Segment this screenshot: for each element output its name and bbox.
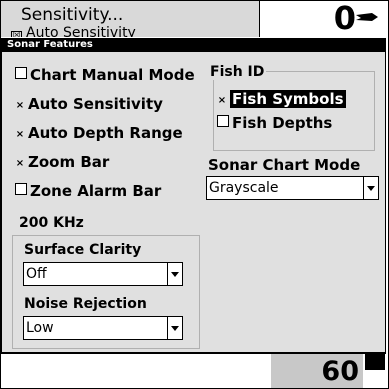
zoom-bar-checkbox[interactable]: × [15,159,25,169]
depth-value-bottom: 60 [321,356,359,387]
sonar-chart-mode-value: Grayscale [209,180,279,196]
noise-rejection-label: Noise Rejection [24,296,147,312]
fish-id-label: Fish ID [208,64,267,80]
background-menu: Sensitivity... ☒ Auto Sensitivity [1,1,260,37]
auto-sensitivity-checkbox[interactable]: × [15,101,25,111]
fish-depths-option[interactable]: Fish Depths [217,114,332,132]
fish-icon [356,13,378,21]
fish-symbols-option[interactable]: × Fish Symbols [217,90,346,108]
dialog-title-bar: Sonar Features [1,38,386,52]
depth-readout-bottom: 60 [271,354,363,388]
zone-alarm-bar-checkbox[interactable] [15,183,27,195]
auto-sensitivity-menu-label: Auto Sensitivity [26,25,136,37]
indicator-block [365,354,385,370]
fish-id-group [213,71,375,151]
fish-symbols-checkbox[interactable]: × [217,96,227,106]
fish-depths-label: Fish Depths [232,114,333,132]
chevron-down-icon[interactable] [363,177,378,199]
auto-sensitivity-option[interactable]: × Auto Sensitivity [15,95,163,113]
zone-alarm-bar-label: Zone Alarm Bar [30,182,162,200]
chart-manual-mode-checkbox[interactable] [15,67,27,79]
fish-symbols-label: Fish Symbols [230,90,346,108]
checkbox-icon: ☒ [11,31,22,37]
auto-sensitivity-label: Auto Sensitivity [28,95,163,113]
chevron-down-icon[interactable] [167,263,182,285]
surface-clarity-select[interactable]: Off [23,262,183,286]
auto-depth-range-label: Auto Depth Range [28,124,183,142]
zoom-bar-label: Zoom Bar [28,153,110,171]
auto-depth-range-option[interactable]: × Auto Depth Range [15,124,183,142]
chart-manual-mode-label: Chart Manual Mode [30,66,195,84]
chevron-down-icon[interactable] [167,317,182,339]
surface-clarity-value: Off [26,266,47,282]
dialog-title: Sonar Features [7,39,93,50]
auto-sensitivity-menu-item[interactable]: ☒ Auto Sensitivity [11,25,136,37]
sonar-chart-mode-label: Sonar Chart Mode [208,156,361,174]
noise-rejection-value: Low [26,320,54,336]
fish-depths-checkbox[interactable] [217,115,229,127]
200khz-label: 200 KHz [19,215,84,231]
sensitivity-menu-item[interactable]: Sensitivity... [21,5,123,25]
bottom-status-bar: 60 [1,353,386,388]
auto-depth-range-checkbox[interactable]: × [15,130,25,140]
sonar-features-dialog: Chart Manual Mode × Auto Sensitivity × Aut… [1,52,386,353]
depth-readout-top: 0 [260,0,386,37]
noise-rejection-select[interactable]: Low [23,316,183,340]
depth-value-top: 0 [333,0,356,37]
zoom-bar-option[interactable]: × Zoom Bar [15,153,110,171]
zone-alarm-bar-option[interactable]: Zone Alarm Bar [15,182,161,200]
chart-manual-mode-option[interactable]: Chart Manual Mode [15,66,195,84]
sonar-chart-mode-select[interactable]: Grayscale [206,176,379,200]
surface-clarity-label: Surface Clarity [24,242,142,258]
